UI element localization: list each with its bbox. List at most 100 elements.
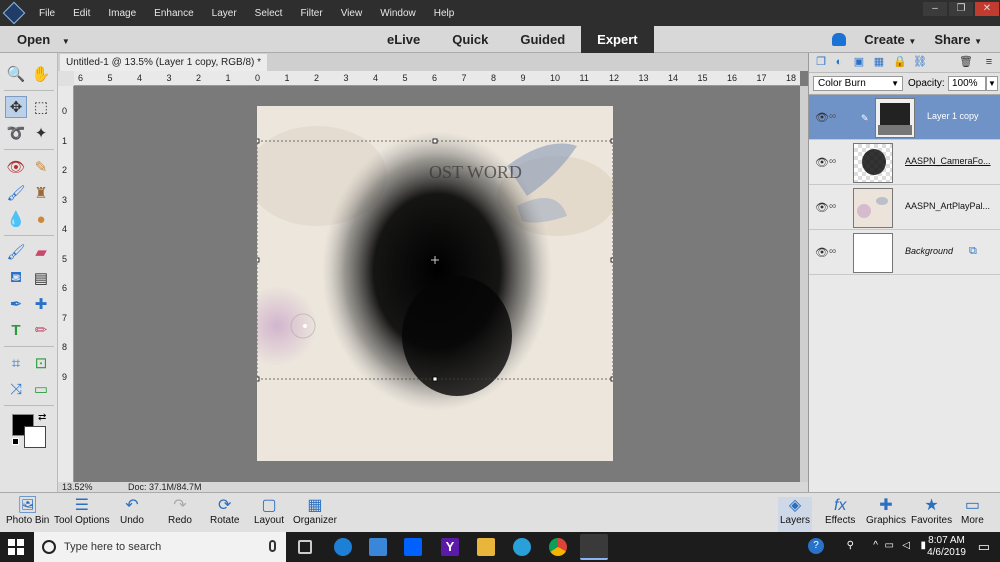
menu-view[interactable]: View	[341, 8, 363, 19]
link-icon[interactable]: ∞	[829, 156, 836, 167]
menu-image[interactable]: Image	[108, 8, 136, 19]
layer-row[interactable]: 👁 ∞ AASPN_ArtPlayPal...	[809, 185, 1000, 230]
visibility-eye-icon[interactable]: 👁	[815, 201, 829, 214]
mode-guided[interactable]: Guided	[504, 26, 581, 53]
menu-filter[interactable]: Filter	[300, 8, 322, 19]
open-button[interactable]: Open ▼	[0, 32, 80, 47]
maximize-button[interactable]: ❐	[949, 2, 973, 16]
favorites-button[interactable]: ★ Favorites	[911, 497, 952, 533]
taskbar-clock[interactable]: 8:07 AM 4/6/2019	[927, 535, 966, 559]
minimize-button[interactable]: –	[923, 2, 947, 16]
volume-icon[interactable]: ◁	[902, 540, 910, 551]
menu-layer[interactable]: Layer	[212, 8, 237, 19]
layer-row[interactable]: 👁 ∞ ✎ Layer 1 copy	[809, 95, 1000, 140]
menu-help[interactable]: Help	[434, 8, 455, 19]
photoshop-elements-taskbar-icon[interactable]	[580, 534, 608, 560]
mode-quick[interactable]: Quick	[436, 26, 504, 53]
undo-button[interactable]: ↶ Undo	[120, 497, 144, 533]
effects-button[interactable]: fx Effects	[825, 497, 855, 533]
paint-bucket-icon[interactable]: ⛾	[5, 267, 27, 289]
background-color-swatch[interactable]	[24, 426, 46, 448]
clone-stamp-icon[interactable]: ♜	[30, 182, 52, 204]
opacity-input[interactable]: 100%	[948, 76, 986, 91]
content-aware-move-icon[interactable]: ⤨	[5, 378, 27, 400]
delete-layer-icon[interactable]: 🗑	[959, 56, 973, 68]
red-eye-tool-icon[interactable]: 👁	[5, 156, 27, 178]
link-icon[interactable]: ∞	[829, 111, 836, 122]
crop-tool-icon[interactable]: ⌗	[5, 352, 27, 374]
default-colors-icon[interactable]	[12, 438, 19, 445]
artwork-canvas[interactable]: OST WORD	[257, 106, 613, 461]
visibility-eye-icon[interactable]: 👁	[815, 246, 829, 259]
menu-file[interactable]: File	[39, 8, 55, 19]
menu-edit[interactable]: Edit	[73, 8, 90, 19]
link-icon[interactable]: ∞	[829, 246, 836, 257]
gradient-tool-icon[interactable]: ▤	[30, 267, 52, 289]
graphics-button[interactable]: ✚ Graphics	[866, 497, 906, 533]
link-layers-icon[interactable]: ⛓	[913, 56, 927, 68]
menu-select[interactable]: Select	[255, 8, 283, 19]
adjustment-layer-icon[interactable]: ◐	[833, 56, 845, 68]
pencil-tool-icon[interactable]: ✏	[30, 319, 52, 341]
battery-icon[interactable]: ▮	[920, 540, 926, 551]
rotate-button[interactable]: ⟳ Rotate	[210, 497, 239, 533]
opacity-dropdown[interactable]: ▼	[986, 76, 998, 91]
chrome-icon[interactable]	[549, 538, 567, 556]
link-icon[interactable]: ∞	[829, 201, 836, 212]
task-view-icon[interactable]	[298, 540, 312, 554]
visibility-eye-icon[interactable]: 👁	[815, 156, 829, 169]
background-lock-icon[interactable]: ⧉	[969, 245, 977, 258]
layout-button[interactable]: ▢ Layout	[254, 497, 284, 533]
swap-colors-icon[interactable]: ⇄	[38, 412, 46, 423]
brush-tool-icon[interactable]: 🖌	[5, 241, 27, 263]
yahoo-icon[interactable]: Y	[441, 538, 459, 556]
taskbar-search[interactable]: Type here to search	[34, 532, 286, 562]
healing-brush-icon[interactable]: ✎	[30, 156, 52, 178]
network-icon[interactable]: ▭	[885, 540, 894, 551]
create-button[interactable]: Create ▼	[864, 32, 916, 47]
visibility-eye-icon[interactable]: 👁	[815, 111, 829, 124]
windows-start-icon[interactable]	[8, 539, 24, 555]
people-icon[interactable]: ⚲	[847, 540, 854, 551]
hand-tool-icon[interactable]: ✋	[30, 63, 52, 85]
layers-button[interactable]: ◈ Layers	[778, 497, 812, 533]
tool-options-button[interactable]: ☰ Tool Options	[54, 497, 110, 533]
vertical-scrollbar[interactable]	[800, 86, 808, 482]
new-layer-icon[interactable]: ❐	[815, 56, 827, 68]
zoom-tool-icon[interactable]: 🔍	[5, 63, 27, 85]
magic-wand-icon[interactable]: ✦	[30, 122, 52, 144]
more-button[interactable]: ▭ More	[961, 497, 984, 533]
lock-transparent-icon[interactable]: ▦	[873, 56, 885, 68]
straighten-tool-icon[interactable]: ▭	[30, 378, 52, 400]
menu-enhance[interactable]: Enhance	[154, 8, 193, 19]
zoom-readout[interactable]: 13.52%	[62, 482, 93, 492]
action-center-icon[interactable]: ▭	[978, 539, 990, 555]
blend-mode-select[interactable]: Color Burn ▼	[813, 76, 903, 91]
store-icon[interactable]	[369, 538, 387, 556]
redo-button[interactable]: ↷ Redo	[168, 497, 192, 533]
move-tool-icon[interactable]: ✥	[5, 96, 27, 118]
layer-mask-icon[interactable]: ▣	[853, 56, 865, 68]
photo-bin-button[interactable]: 🖼 Photo Bin	[6, 497, 49, 533]
share-button[interactable]: Share ▼	[934, 32, 982, 47]
notification-bell-icon[interactable]	[832, 33, 847, 46]
organizer-button[interactable]: ▦ Organizer	[293, 497, 337, 533]
close-button[interactable]: ✕	[975, 2, 999, 16]
mode-elive[interactable]: eLive	[371, 26, 436, 53]
eraser-tool-icon[interactable]: ▰	[30, 241, 52, 263]
custom-shape-icon[interactable]: ✚	[30, 293, 52, 315]
help-icon[interactable]: ?	[808, 538, 824, 554]
smart-brush-icon[interactable]: 🖌	[5, 182, 27, 204]
type-tool-icon[interactable]: T	[5, 319, 27, 341]
lock-all-icon[interactable]: 🔒	[893, 56, 907, 68]
eyedropper-icon[interactable]: ✒	[5, 293, 27, 315]
dropbox-icon[interactable]	[404, 538, 422, 556]
lasso-tool-icon[interactable]: ➰	[5, 122, 27, 144]
canvas-area[interactable]: 6 5 4 3 2 1 0 1 2 3 4 5 6 7 8 9 10 11 12 13 14 15 16 17 18 01234…	[58, 71, 808, 492]
panel-menu-icon[interactable]: ≡	[983, 56, 995, 68]
microphone-icon[interactable]	[269, 540, 276, 552]
document-tab[interactable]: Untitled-1 @ 13.5% (Layer 1 copy, RGB/8)…	[60, 54, 268, 71]
mode-expert[interactable]: Expert	[581, 26, 654, 53]
layer-row[interactable]: 👁 ∞ AASPN_CameraFo...	[809, 140, 1000, 185]
edge-browser-icon[interactable]	[334, 538, 352, 556]
